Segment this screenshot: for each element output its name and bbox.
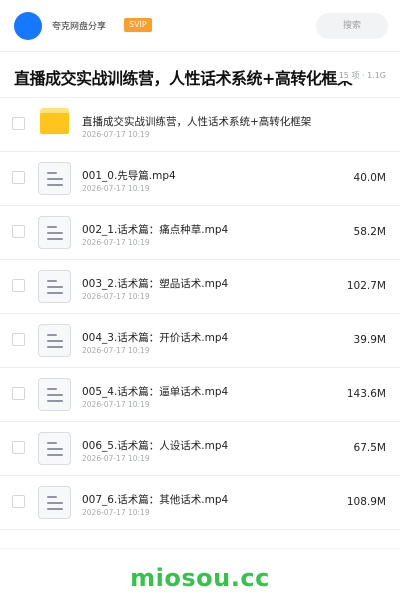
document-icon [38, 216, 71, 249]
title-bar: 直播成交实战训练营，人性话术系统+高转化框架 15 项 · 1.1G [0, 52, 400, 98]
list-item[interactable]: 003_2.话术篇：塑品话术.mp4 2026-07-17 10:19 102.… [0, 260, 400, 314]
file-size: 39.9M [353, 334, 386, 346]
row-checkbox[interactable] [12, 495, 25, 508]
file-name: 007_6.话术篇：其他话术.mp4 [82, 494, 229, 506]
item-count: 15 项 · 1.1G [335, 70, 386, 81]
file-size: 40.0M [353, 172, 386, 184]
file-name: 001_0.先导篇.mp4 [82, 170, 176, 182]
list-item[interactable]: 007_6.话术篇：其他话术.mp4 2026-07-17 10:19 108.… [0, 476, 400, 530]
file-list: 直播成交实战训练营，人性话术系统+高转化框架 2026-07-17 10:19 … [0, 98, 400, 530]
row-checkbox[interactable] [12, 441, 25, 454]
list-item[interactable]: 002_1.话术篇：痛点种草.mp4 2026-07-17 10:19 58.2… [0, 206, 400, 260]
list-item[interactable]: 004_3.话术篇：开价话术.mp4 2026-07-17 10:19 39.9… [0, 314, 400, 368]
file-date: 2026-07-17 10:19 [82, 130, 150, 139]
file-size: 108.9M [346, 496, 386, 508]
list-item[interactable]: 001_0.先导篇.mp4 2026-07-17 10:19 40.0M [0, 152, 400, 206]
file-size: 58.2M [353, 226, 386, 238]
share-header: 夸克网盘分享 SVIP 搜索 [0, 0, 400, 52]
document-icon [38, 378, 71, 411]
row-checkbox[interactable] [12, 171, 25, 184]
row-checkbox[interactable] [12, 387, 25, 400]
file-date: 2026-07-17 10:19 [82, 292, 150, 301]
vip-badge: SVIP [124, 18, 152, 32]
document-icon [38, 324, 71, 357]
document-icon [38, 486, 71, 519]
file-size: 67.5M [353, 442, 386, 454]
file-name: 002_1.话术篇：痛点种草.mp4 [82, 224, 229, 236]
file-name: 006_5.话术篇：人设话术.mp4 [82, 440, 229, 452]
file-name: 005_4.话术篇：逼单话术.mp4 [82, 386, 229, 398]
file-size: 143.6M [346, 388, 386, 400]
file-date: 2026-07-17 10:19 [82, 184, 150, 193]
file-date: 2026-07-17 10:19 [82, 400, 150, 409]
list-item[interactable]: 005_4.话术篇：逼单话术.mp4 2026-07-17 10:19 143.… [0, 368, 400, 422]
avatar[interactable] [14, 12, 42, 40]
file-date: 2026-07-17 10:19 [82, 238, 150, 247]
row-checkbox[interactable] [12, 279, 25, 292]
document-icon [38, 432, 71, 465]
file-name: 003_2.话术篇：塑品话术.mp4 [82, 278, 229, 290]
row-checkbox[interactable] [12, 225, 25, 238]
watermark: miosou.cc [130, 564, 270, 592]
list-item[interactable]: 直播成交实战训练营，人性话术系统+高转化框架 2026-07-17 10:19 [0, 98, 400, 152]
row-checkbox[interactable] [12, 117, 25, 130]
list-item[interactable]: 006_5.话术篇：人设话术.mp4 2026-07-17 10:19 67.5… [0, 422, 400, 476]
document-icon [38, 270, 71, 303]
page-title: 直播成交实战训练营，人性话术系统+高转化框架 [14, 69, 353, 88]
file-date: 2026-07-17 10:19 [82, 346, 150, 355]
file-name: 004_3.话术篇：开价话术.mp4 [82, 332, 229, 344]
file-name: 直播成交实战训练营，人性话术系统+高转化框架 [82, 116, 312, 128]
folder-icon [40, 108, 69, 134]
row-checkbox[interactable] [12, 333, 25, 346]
file-date: 2026-07-17 10:19 [82, 508, 150, 517]
share-name: 夸克网盘分享 [52, 22, 107, 32]
file-date: 2026-07-17 10:19 [82, 454, 150, 463]
document-icon [38, 162, 71, 195]
file-size: 102.7M [346, 280, 386, 292]
search-input[interactable]: 搜索 [316, 13, 388, 39]
